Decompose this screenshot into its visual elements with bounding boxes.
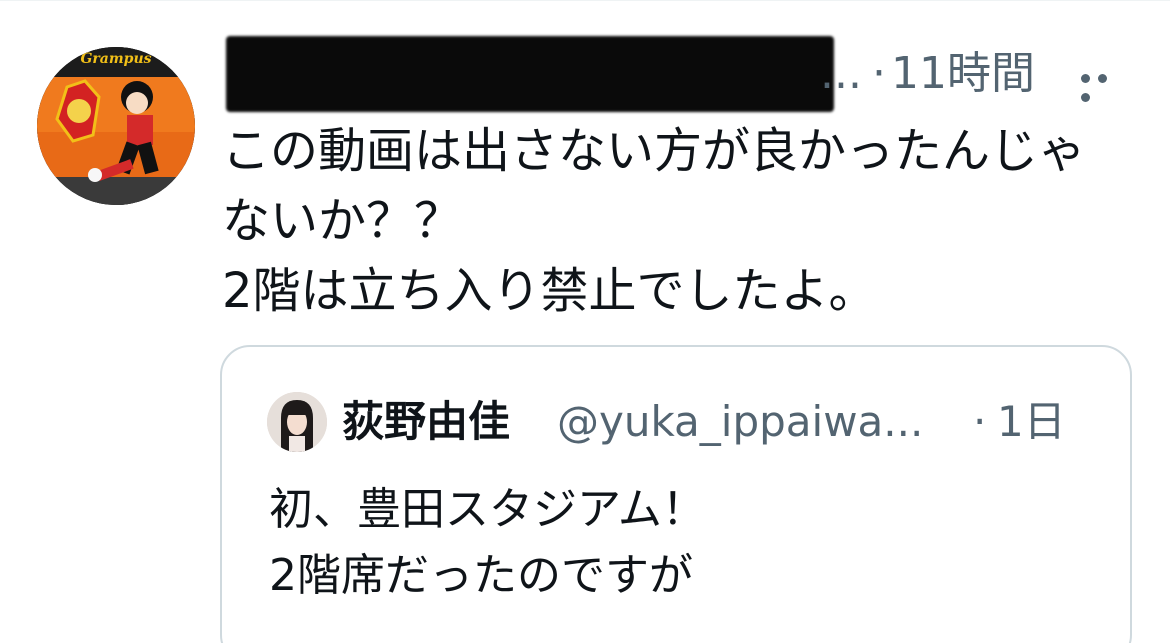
redacted-author-name[interactable]	[226, 36, 834, 112]
ellipsis-horizontal-icon[interactable]	[1081, 68, 1131, 102]
quoted-text-line: 2階席だったのですが	[269, 550, 693, 601]
header-separator: ·	[872, 48, 886, 99]
author-avatar[interactable]: Grampus	[37, 47, 195, 205]
quoted-author-avatar	[267, 392, 327, 452]
avatar-image: Grampus	[37, 47, 195, 205]
tweet-header: ... · 11時間	[226, 36, 1126, 114]
tweet-text-line: この動画は出さない方が良かったんじゃ	[222, 123, 1087, 179]
quoted-handle[interactable]: @yuka_ippaiwa...	[557, 397, 923, 447]
top-divider	[0, 0, 1170, 1]
tweet-text: この動画は出さない方が良かったんじゃ ないか？？ 2階は立ち入り禁止でしたよ。	[222, 116, 1142, 326]
name-truncation: ...	[820, 48, 862, 99]
quoted-timestamp[interactable]: 1日	[997, 397, 1066, 447]
quoted-header-separator: ·	[973, 397, 987, 446]
tweet-text-line: ないか？？	[222, 193, 463, 249]
quoted-display-name[interactable]: 荻野由佳	[342, 397, 510, 447]
tweet-timestamp[interactable]: 11時間	[891, 50, 1035, 98]
quoted-text-line: 初、豊田スタジアム！	[269, 484, 706, 535]
tweet[interactable]: Grampus ... · 11時間 この動画は出さない方が良かったんじゃ ない…	[0, 0, 1170, 643]
quoted-tweet-card[interactable]: 荻野由佳 @yuka_ippaiwa... · 1日 初、豊田スタジアム！ 2階…	[220, 345, 1132, 643]
quoted-tweet-text: 初、豊田スタジアム！ 2階席だったのですが	[269, 477, 706, 609]
quoted-avatar-image	[267, 392, 327, 452]
tweet-text-line: 2階は立ち入り禁止でしたよ。	[222, 263, 877, 319]
avatar-logo-text: Grampus	[80, 51, 151, 67]
